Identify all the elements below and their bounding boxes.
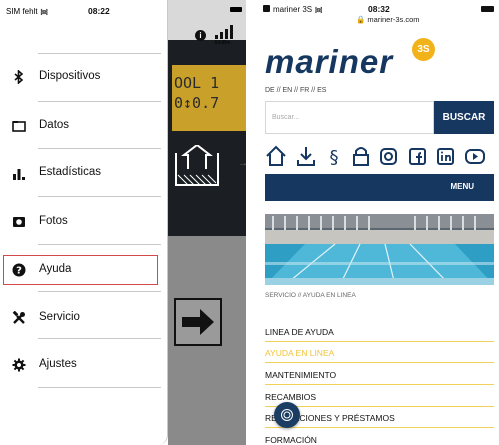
search-input[interactable]: Buscar... <box>265 101 434 134</box>
gear-icon <box>12 358 26 372</box>
wifi-icon: ᯼ <box>39 7 49 16</box>
nav-formacion[interactable]: FORMACIÓN <box>265 432 494 445</box>
camera-icon <box>13 217 25 227</box>
help-icon: ? <box>12 263 26 277</box>
carrier-text: mariner 3S <box>273 5 313 14</box>
divider <box>38 387 161 388</box>
left-phone-screen: i -50dBm OOL 1 0↕0.7 → SIM fehlt ᯼ 08:22 <box>0 0 246 445</box>
battery-icon <box>481 6 494 12</box>
display-line-2: 0↕0.7 <box>174 94 220 112</box>
svg-text:?: ? <box>16 266 22 277</box>
svg-text:§: § <box>330 147 339 168</box>
carrier-label: SIM fehlt ᯼ <box>6 6 48 17</box>
bar-chart-icon <box>13 169 25 180</box>
drawer-item-label: Ajustes <box>39 358 77 370</box>
home-icon[interactable] <box>265 144 287 168</box>
fingerprint-icon <box>281 409 293 421</box>
back-app-icon[interactable] <box>263 5 270 12</box>
drawer-item-datos[interactable]: Datos <box>0 111 168 141</box>
folder-icon <box>12 121 26 132</box>
divider <box>38 101 161 102</box>
icon-toolbar: § <box>265 144 495 170</box>
navigation-drawer: SIM fehlt ᯼ 08:22 Dispositivos Datos Est… <box>0 0 168 445</box>
divider <box>38 148 161 149</box>
divider <box>38 338 161 339</box>
divider <box>38 53 161 54</box>
divider <box>38 291 161 292</box>
breadcrumb[interactable]: SERVICIO // AYUDA EN LINEA <box>265 292 356 299</box>
drawer-item-servicio[interactable]: Servicio <box>0 303 168 333</box>
drawer-item-estadisticas[interactable]: Estadísticas <box>0 158 168 188</box>
search-button[interactable]: BUSCAR <box>434 101 494 134</box>
wifi-icon: ᯼ <box>314 5 323 14</box>
measurement-display: OOL 1 0↕0.7 <box>172 65 246 131</box>
pool-icon[interactable] <box>174 145 220 187</box>
youtube-icon[interactable] <box>464 144 486 168</box>
signal-strength-icon <box>215 25 233 39</box>
instagram-icon[interactable] <box>378 144 400 168</box>
logo-badge: 3S <box>412 38 435 61</box>
floating-action-button[interactable] <box>274 402 300 428</box>
carrier-label: mariner 3S ᯼ <box>273 4 323 15</box>
status-time: 08:32 <box>368 4 390 14</box>
drawer-item-ajustes[interactable]: Ajustes <box>0 350 168 380</box>
nav-ayuda-en-linea[interactable]: AYUDA EN LINEA <box>265 345 494 363</box>
display-line-1: OOL 1 <box>174 74 220 92</box>
language-selector[interactable]: DE // EN // FR // ES <box>265 87 326 94</box>
bluetooth-icon <box>14 70 24 84</box>
drawer-item-label: Estadísticas <box>39 166 101 178</box>
background-app: i -50dBm OOL 1 0↕0.7 → <box>168 0 246 445</box>
nav-linea-de-ayuda[interactable]: LINEA DE AYUDA <box>265 324 494 342</box>
url-bar[interactable]: 🔒 mariner-3s.com <box>356 15 420 24</box>
menu-label: MENU <box>450 182 474 191</box>
signal-label: -50dBm <box>213 40 231 46</box>
info-icon[interactable]: i <box>195 30 206 41</box>
download-icon[interactable] <box>295 144 317 168</box>
menu-button[interactable]: MENU <box>265 174 494 201</box>
site-logo[interactable]: mariner <box>265 43 393 81</box>
status-bar: mariner 3S ᯼ 08:32 🔒 mariner-3s.com <box>256 0 499 32</box>
section-icon[interactable]: § <box>323 144 345 168</box>
drawer-item-ayuda[interactable]: ? Ayuda <box>3 255 158 285</box>
lock-icon[interactable] <box>350 144 372 168</box>
divider <box>38 196 161 197</box>
drawer-item-label: Fotos <box>39 215 68 227</box>
drawer-item-label: Datos <box>39 119 70 131</box>
pool-photo <box>265 214 494 285</box>
drawer-item-label: Dispositivos <box>39 70 101 82</box>
nav-mantenimiento[interactable]: MANTENIMIENTO <box>265 367 494 385</box>
drawer-item-label: Servicio <box>39 311 80 323</box>
drawer-item-label: Ayuda <box>39 263 72 275</box>
divider <box>38 244 161 245</box>
carrier-text: SIM fehlt <box>6 7 38 16</box>
facebook-icon[interactable] <box>407 144 429 168</box>
status-time: 08:22 <box>88 6 110 16</box>
chevron-right-icon: → <box>238 158 246 169</box>
right-phone-screen: mariner 3S ᯼ 08:32 🔒 mariner-3s.com mari… <box>256 0 499 445</box>
status-bar: SIM fehlt ᯼ 08:22 <box>0 0 246 22</box>
linkedin-icon[interactable] <box>435 144 457 168</box>
arrow-right-icon[interactable] <box>174 298 222 346</box>
drawer-item-fotos[interactable]: Fotos <box>0 207 168 237</box>
tools-icon <box>12 311 25 324</box>
drawer-item-dispositivos[interactable]: Dispositivos <box>0 62 168 92</box>
